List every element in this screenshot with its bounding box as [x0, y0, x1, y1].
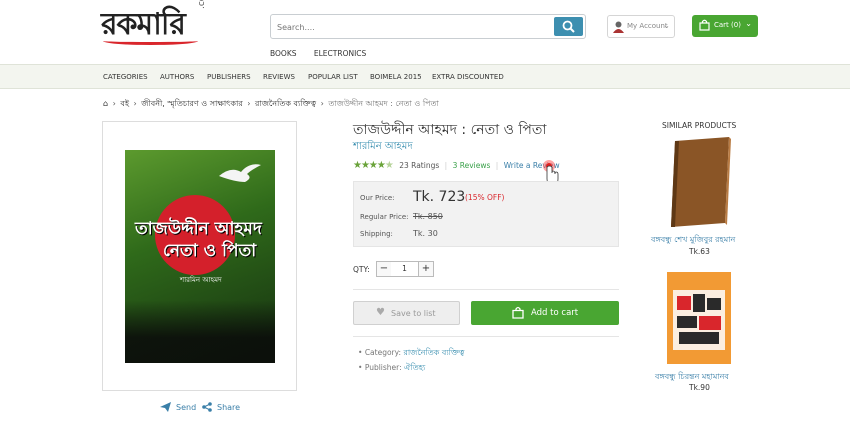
our-price-label: Our Price:: [360, 194, 395, 202]
search-input[interactable]: [277, 18, 547, 36]
divider: [353, 289, 619, 290]
chevron-down-icon: ⌄: [745, 19, 752, 28]
rating-stars: ★★★★: [353, 160, 386, 171]
cover-crowd: [125, 300, 275, 363]
shipping-label: Shipping:: [360, 230, 393, 238]
nav-publishers[interactable]: PUBLISHERS: [207, 73, 251, 81]
cover-author: শারমিন আহমদ: [180, 276, 222, 284]
book-cover-image[interactable]: তাজউদ্দীন আহমদ নেতা ও পিতা শারমিন আহমদ: [125, 150, 275, 363]
cart-label: Cart (0): [714, 21, 741, 29]
nav-popular-list[interactable]: POPULAR LIST: [308, 73, 358, 81]
send-icon[interactable]: [160, 402, 171, 414]
price-box: Our Price: Tk. 723 (15% OFF) Regular Pri…: [353, 181, 619, 247]
add-label: Add to cart: [531, 308, 579, 318]
nav-boimela[interactable]: BOIMELA 2015: [370, 73, 422, 81]
breadcrumb-item[interactable]: রাজনৈতিক ব্যক্তিত্ব: [255, 99, 316, 108]
home-icon[interactable]: ⌂: [103, 99, 108, 108]
logo-swoosh: [103, 37, 198, 45]
breadcrumb-current: তাজউদ্দীন আহমদ : নেতা ও পিতা: [328, 99, 439, 108]
cover-title-line2: নেতা ও পিতা: [163, 241, 257, 261]
nav-authors[interactable]: AUTHORS: [160, 73, 194, 81]
similar-book-cover[interactable]: [667, 137, 733, 229]
category-meta: • Category: রাজনৈতিক ব্যক্তিত্ব: [358, 348, 465, 357]
similar-product-name[interactable]: বঙ্গবন্ধু শেখ মুজিবুর রহমান: [651, 234, 735, 247]
breadcrumb-item[interactable]: বই: [120, 99, 129, 108]
half-star-icon: ★: [384, 160, 394, 171]
nav-books[interactable]: BOOKS: [270, 49, 297, 58]
qty-input[interactable]: 1: [391, 261, 418, 277]
category-link[interactable]: রাজনৈতিক ব্যক্তিত্ব: [403, 348, 464, 357]
category-bar: CATEGORIES AUTHORS PUBLISHERS REVIEWS PO…: [0, 64, 850, 89]
account-label: My Account: [627, 22, 668, 30]
product-image-box: তাজউদ্দীন আহমদ নেতা ও পিতা শারমিন আহমদ: [102, 121, 297, 391]
nav-categories[interactable]: CATEGORIES: [103, 73, 148, 81]
cart-button[interactable]: Cart (0) ⌄: [692, 15, 758, 37]
search-icon: [562, 20, 575, 33]
add-to-cart-button[interactable]: Add to cart: [471, 301, 619, 325]
discount-badge: (15% OFF): [465, 193, 505, 202]
dove-icon: [219, 164, 261, 182]
search-bar: [270, 14, 586, 39]
regular-price: Tk. 850: [413, 212, 443, 221]
cover-art: [667, 272, 731, 364]
divider: [353, 336, 619, 337]
similar-product-price: Tk.63: [689, 247, 710, 256]
qty-label: QTY:: [353, 265, 370, 274]
shipping-price: Tk. 30: [413, 229, 438, 238]
product-author[interactable]: শারমিন আহমদ: [353, 139, 413, 156]
share-link[interactable]: Share: [217, 403, 240, 412]
similar-product-price: Tk.90: [689, 383, 710, 392]
publisher-label: Publisher:: [364, 363, 402, 372]
account-dropdown[interactable]: My Account ⌄: [607, 15, 675, 38]
user-avatar-icon: [613, 21, 624, 33]
category-label: Category:: [364, 348, 402, 357]
our-price: Tk. 723: [413, 189, 466, 205]
nav-extra-discounted[interactable]: EXTRA DISCOUNTED: [432, 73, 504, 81]
site-logo[interactable]: রকমারি .com: [101, 0, 211, 45]
save-to-list-button[interactable]: ♥ Save to list: [353, 301, 460, 325]
regular-price-label: Regular Price:: [360, 213, 409, 221]
similar-products-heading: SIMILAR PRODUCTS: [662, 121, 737, 130]
cart-icon: [699, 19, 710, 31]
logo-suffix: .com: [197, 0, 207, 9]
chevron-down-icon: ⌄: [663, 21, 670, 30]
qty-decrease-button[interactable]: −: [376, 261, 392, 277]
sub-navigation: BOOKS ELECTRONICS: [270, 49, 381, 58]
reviews-link[interactable]: 3 Reviews: [453, 161, 491, 170]
send-link[interactable]: Send: [176, 403, 196, 412]
rating-row: ★★★★★ 23 Ratings | 3 Reviews | Write a R…: [353, 160, 560, 171]
publisher-meta: • Publisher: ঐতিহ্য: [358, 363, 426, 372]
save-label: Save to list: [391, 309, 436, 318]
breadcrumb: ⌂ › বই › জীবনী, স্মৃতিচারণ ও সাক্ষাৎকার …: [103, 99, 439, 108]
qty-increase-button[interactable]: +: [418, 261, 434, 277]
cart-icon: [512, 306, 524, 319]
breadcrumb-item[interactable]: জীবনী, স্মৃতিচারণ ও সাক্ষাৎকার: [141, 99, 242, 108]
publisher-link[interactable]: ঐতিহ্য: [404, 363, 425, 372]
similar-book-cover[interactable]: [667, 272, 731, 364]
nav-electronics[interactable]: ELECTRONICS: [314, 49, 366, 58]
heart-icon: ♥: [376, 307, 385, 318]
ratings-count: 23 Ratings: [399, 161, 440, 170]
share-icon[interactable]: [202, 402, 212, 414]
search-button[interactable]: [554, 17, 583, 36]
nav-reviews[interactable]: REVIEWS: [263, 73, 295, 81]
